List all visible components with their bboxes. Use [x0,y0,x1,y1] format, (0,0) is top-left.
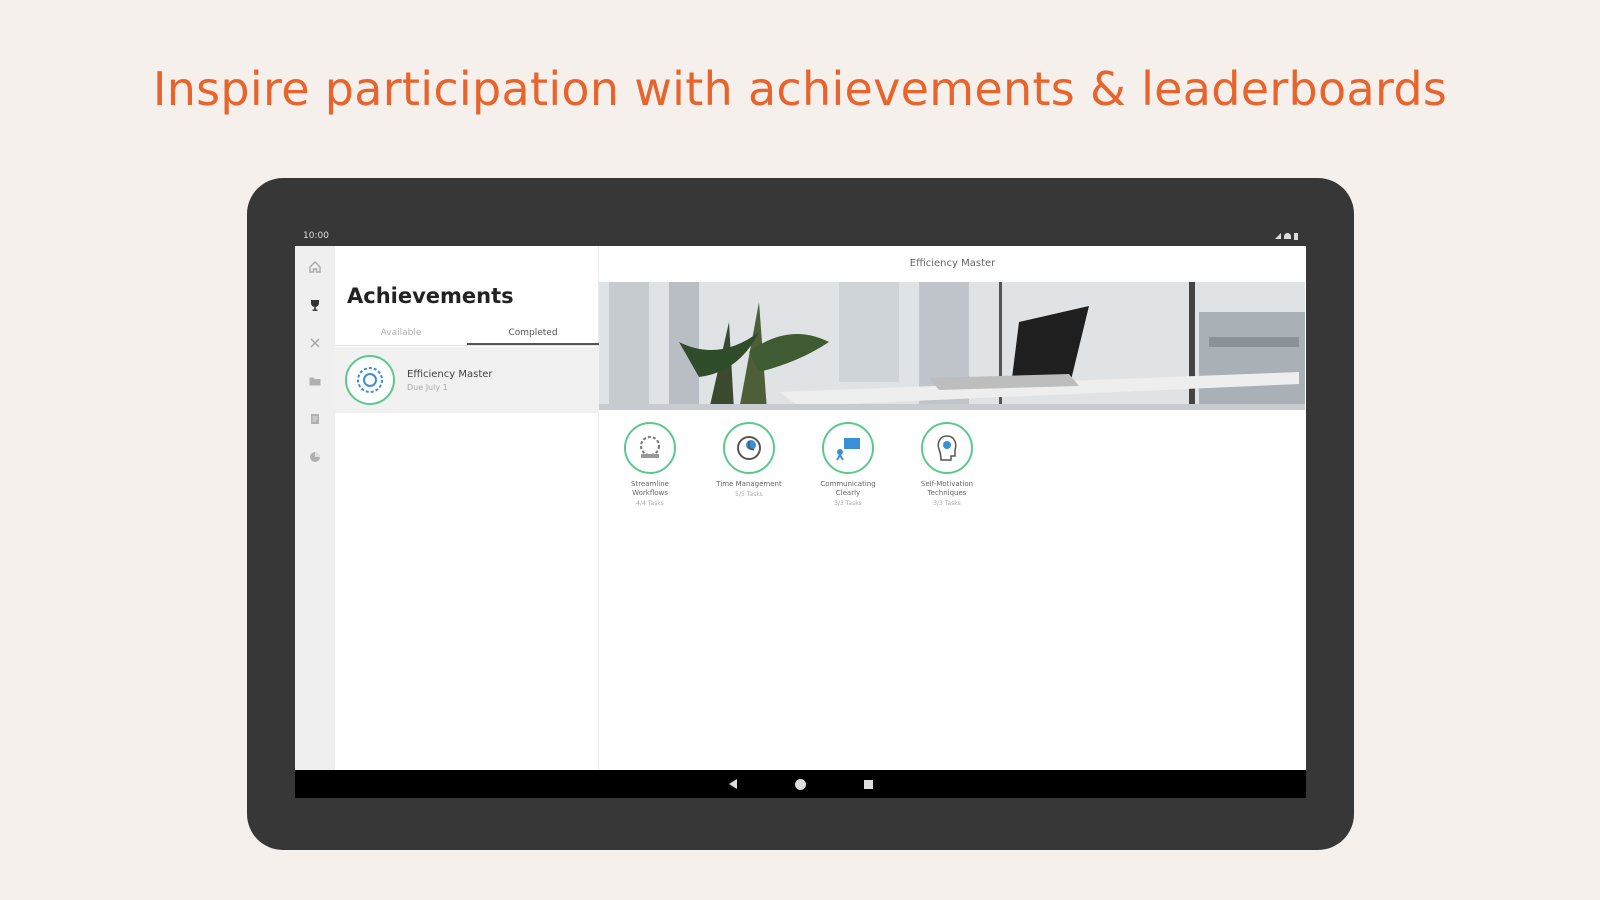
badge-label: Communicating Clearly [820,480,876,497]
status-bar: 10:00 [295,226,1306,246]
detail-pane: Efficiency Master Streamline Workflows 4… [599,246,1306,770]
badge-item[interactable]: Streamline Workflows 4/4 Tasks [623,422,677,507]
list-item[interactable]: Efficiency Master Due July 1 [335,347,599,413]
tab-available[interactable]: Available [335,322,467,345]
badge-item[interactable]: Communicating Clearly 3/3 Tasks [820,422,876,507]
signal-icon [1275,233,1281,239]
list-item-title: Efficiency Master [407,368,493,380]
gear-badge-icon [345,355,395,405]
status-icons [1275,232,1298,240]
badge-label: Self-Motivation Techniques [920,480,974,497]
clock-icon [723,422,775,474]
badge-progress: 4/4 Tasks [636,500,664,507]
badge-label: Time Management [716,480,782,488]
presentation-icon [822,422,874,474]
lightbulb-head-icon [921,422,973,474]
home-icon[interactable] [307,260,323,276]
badge-item[interactable]: Self-Motivation Techniques 3/3 Tasks [920,422,974,507]
achievements-pane: Achievements Available Completed Efficie… [335,246,599,770]
recent-apps-icon[interactable] [863,779,873,789]
system-nav-bar [295,770,1306,798]
list-item-text: Efficiency Master Due July 1 [407,369,493,392]
close-icon[interactable] [307,336,323,352]
badge-grid: Streamline Workflows 4/4 Tasks Time Mana… [623,422,974,507]
document-icon[interactable] [307,412,323,428]
home-button-icon[interactable] [794,778,806,790]
headline: Inspire participation with achievements … [152,62,1448,116]
wifi-icon [1284,233,1291,239]
app-screen: Achievements Available Completed Efficie… [295,246,1306,770]
sidebar [295,246,335,770]
badge-item[interactable]: Time Management 5/5 Tasks [716,422,782,507]
detail-title: Efficiency Master [909,258,996,269]
page-title: Achievements [347,284,514,308]
badge-progress: 5/5 Tasks [735,491,763,498]
chart-icon[interactable] [307,450,323,466]
folder-icon[interactable] [307,374,323,390]
badge-label: Streamline Workflows [631,480,669,497]
back-icon[interactable] [728,779,737,789]
workflow-gear-icon [624,422,676,474]
trophy-icon[interactable] [307,298,323,314]
achievement-tabs: Available Completed [335,322,599,346]
banner-image [599,282,1305,410]
battery-icon [1294,232,1298,240]
tablet-frame: 10:00 Achievements Available Completed E… [247,178,1354,850]
badge-progress: 3/3 Tasks [933,500,961,507]
status-time: 10:00 [303,231,329,241]
tab-completed[interactable]: Completed [467,322,599,345]
badge-progress: 3/3 Tasks [834,500,862,507]
list-item-subtitle: Due July 1 [407,382,448,392]
